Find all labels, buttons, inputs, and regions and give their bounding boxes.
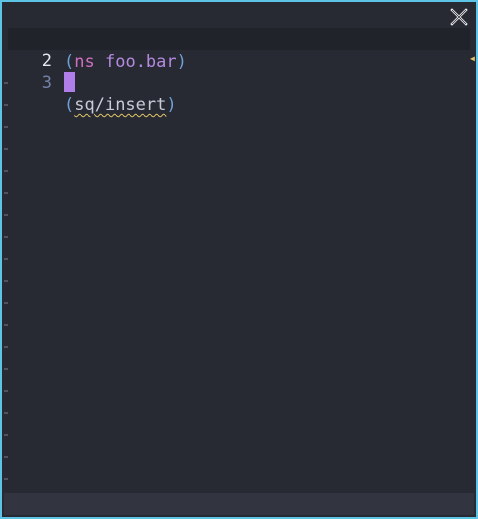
close-paren: ): [166, 95, 177, 115]
diagnostic-marker-icon: ◀: [470, 54, 475, 63]
editor-line-1[interactable]: 1 (ns foo.bar): [8, 7, 470, 72]
close-button[interactable]: [450, 8, 468, 26]
editor-line-2-current[interactable]: 2: [8, 28, 470, 92]
editor-line-3[interactable]: 3 (sq/insert): [8, 50, 470, 115]
status-bar: [4, 493, 474, 515]
editor-window: 1 (ns foo.bar) 2 3 (sq/insert) ◀: [0, 0, 478, 519]
line-number: 3: [41, 73, 52, 93]
code-editor[interactable]: 1 (ns foo.bar) 2 3 (sq/insert) ◀: [2, 2, 476, 517]
line-code: (sq/insert): [64, 94, 177, 116]
close-icon: [450, 8, 468, 26]
symbol-sq-insert: sq/insert: [74, 95, 167, 115]
open-paren: (: [64, 95, 75, 115]
